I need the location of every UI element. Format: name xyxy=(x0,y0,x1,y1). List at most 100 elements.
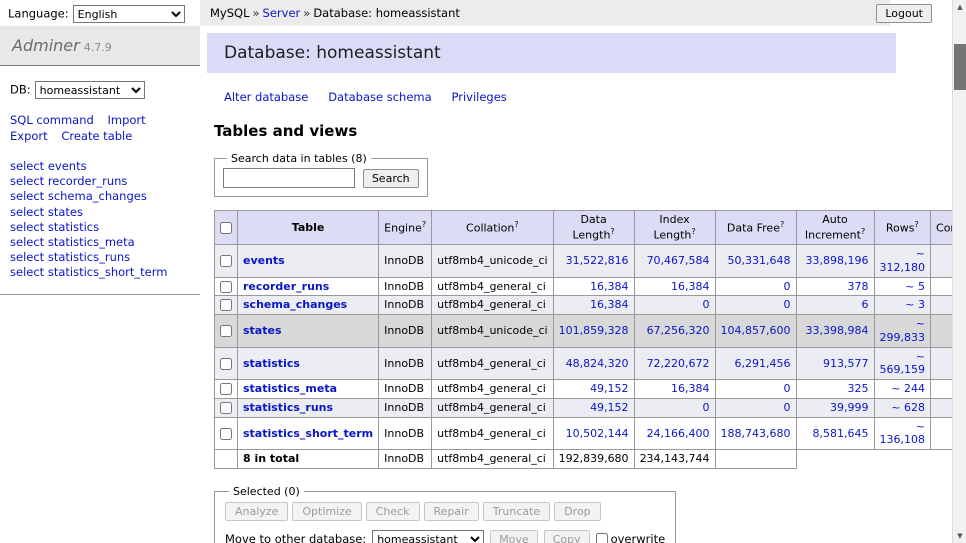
table-name-link[interactable]: states xyxy=(243,324,282,337)
check-button[interactable]: Check xyxy=(366,502,420,521)
copy-button[interactable]: Copy xyxy=(544,530,590,543)
app-name-link[interactable]: Adminer xyxy=(12,36,80,55)
row-checkbox[interactable] xyxy=(220,325,232,337)
scrollbar-down-icon[interactable]: ▼ xyxy=(953,529,966,543)
data-free-link[interactable]: 50,331,648 xyxy=(728,254,791,267)
rows-count-link[interactable]: ~ 136,108 xyxy=(880,420,926,447)
help-icon[interactable]: ? xyxy=(422,220,426,229)
truncate-button[interactable]: Truncate xyxy=(483,502,550,521)
sidebar-link-create-table[interactable]: Create table xyxy=(61,129,132,143)
rows-count-link[interactable]: ~ 244 xyxy=(891,382,925,395)
help-icon[interactable]: ? xyxy=(514,220,518,229)
auto-increment-link[interactable]: 33,398,984 xyxy=(806,324,869,337)
auto-increment-link[interactable]: 913,577 xyxy=(823,357,869,370)
auto-increment-link[interactable]: 6 xyxy=(862,298,869,311)
row-checkbox[interactable] xyxy=(220,428,232,440)
sidebar-select-statistics-short-term[interactable]: select statistics_short_term xyxy=(10,265,190,280)
sidebar-link-import[interactable]: Import xyxy=(107,113,145,127)
sidebar-select-states[interactable]: select states xyxy=(10,205,190,220)
table-name-link[interactable]: statistics_runs xyxy=(243,401,333,414)
db-select[interactable]: homeassistant xyxy=(35,81,145,99)
rows-count-link[interactable]: ~ 312,180 xyxy=(880,247,926,274)
search-input[interactable] xyxy=(223,168,355,188)
select-all-checkbox[interactable] xyxy=(220,222,232,234)
index-length-link[interactable]: 16,384 xyxy=(671,382,710,395)
data-length-link[interactable]: 16,384 xyxy=(590,298,629,311)
db-link-privileges[interactable]: Privileges xyxy=(451,90,506,104)
data-free-link[interactable]: 6,291,456 xyxy=(735,357,791,370)
row-checkbox[interactable] xyxy=(220,281,232,293)
scrollbar-up-icon[interactable]: ▲ xyxy=(953,0,966,14)
rows-count-link[interactable]: ~ 569,159 xyxy=(880,350,926,377)
row-checkbox[interactable] xyxy=(220,402,232,414)
row-checkbox[interactable] xyxy=(220,383,232,395)
index-length-link[interactable]: 16,384 xyxy=(671,280,710,293)
row-checkbox[interactable] xyxy=(220,299,232,311)
data-free-link[interactable]: 104,857,600 xyxy=(721,324,791,337)
db-link-database-schema[interactable]: Database schema xyxy=(328,90,431,104)
data-length-link[interactable]: 10,502,144 xyxy=(566,427,629,440)
help-icon[interactable]: ? xyxy=(861,227,865,236)
help-icon[interactable]: ? xyxy=(780,220,784,229)
breadcrumb-server-link[interactable]: Server xyxy=(263,6,301,20)
index-length-link[interactable]: 24,166,400 xyxy=(647,427,710,440)
data-free-link[interactable]: 0 xyxy=(784,298,791,311)
auto-increment-link[interactable]: 39,999 xyxy=(830,401,869,414)
auto-increment-link[interactable]: 325 xyxy=(848,382,869,395)
row-checkbox[interactable] xyxy=(220,358,232,370)
repair-button[interactable]: Repair xyxy=(424,502,479,521)
data-length-link[interactable]: 48,824,320 xyxy=(566,357,629,370)
sidebar-select-statistics-runs[interactable]: select statistics_runs xyxy=(10,250,190,265)
scrollbar-thumb[interactable] xyxy=(954,44,966,90)
index-length-link[interactable]: 67,256,320 xyxy=(647,324,710,337)
sidebar-link-sql-command[interactable]: SQL command xyxy=(10,113,94,127)
auto-increment-link[interactable]: 8,581,645 xyxy=(813,427,869,440)
logout-button[interactable]: Logout xyxy=(876,4,932,23)
sidebar-select-schema-changes[interactable]: select schema_changes xyxy=(10,189,190,204)
analyze-button[interactable]: Analyze xyxy=(225,502,288,521)
index-length-link[interactable]: 0 xyxy=(703,401,710,414)
table-name-link[interactable]: events xyxy=(243,254,285,267)
table-name-link[interactable]: recorder_runs xyxy=(243,280,329,293)
language-select[interactable]: English xyxy=(73,5,185,23)
sidebar-select-statistics[interactable]: select statistics xyxy=(10,220,190,235)
data-free-link[interactable]: 0 xyxy=(784,382,791,395)
auto-increment-link[interactable]: 378 xyxy=(848,280,869,293)
data-free-link[interactable]: 0 xyxy=(784,280,791,293)
help-icon[interactable]: ? xyxy=(691,227,695,236)
rows-count-link[interactable]: ~ 628 xyxy=(891,401,925,414)
data-length-link[interactable]: 49,152 xyxy=(590,401,629,414)
sidebar-select-events[interactable]: select events xyxy=(10,159,190,174)
table-name-link[interactable]: schema_changes xyxy=(243,298,347,311)
move-button[interactable]: Move xyxy=(490,530,538,543)
row-checkbox[interactable] xyxy=(220,255,232,267)
data-length-link[interactable]: 16,384 xyxy=(590,280,629,293)
drop-button[interactable]: Drop xyxy=(554,502,600,521)
sidebar-select-statistics-meta[interactable]: select statistics_meta xyxy=(10,235,190,250)
move-db-select[interactable]: homeassistant xyxy=(372,530,484,543)
index-length-link[interactable]: 72,220,672 xyxy=(647,357,710,370)
help-icon[interactable]: ? xyxy=(610,227,614,236)
rows-count-link[interactable]: ~ 5 xyxy=(905,280,925,293)
table-name-link[interactable]: statistics xyxy=(243,357,300,370)
sidebar-select-recorder-runs[interactable]: select recorder_runs xyxy=(10,174,190,189)
vertical-scrollbar[interactable]: ▲ ▼ xyxy=(952,0,966,543)
data-free-link[interactable]: 188,743,680 xyxy=(721,427,791,440)
overwrite-checkbox[interactable] xyxy=(596,533,608,543)
rows-count-link[interactable]: ~ 299,833 xyxy=(880,317,926,344)
db-link-alter-database[interactable]: Alter database xyxy=(224,90,308,104)
table-name-link[interactable]: statistics_short_term xyxy=(243,427,373,440)
optimize-button[interactable]: Optimize xyxy=(292,502,361,521)
auto-increment-link[interactable]: 33,898,196 xyxy=(806,254,869,267)
data-free-link[interactable]: 0 xyxy=(784,401,791,414)
data-length-link[interactable]: 49,152 xyxy=(590,382,629,395)
table-name-link[interactable]: statistics_meta xyxy=(243,382,337,395)
data-length-link[interactable]: 31,522,816 xyxy=(566,254,629,267)
rows-count-link[interactable]: ~ 3 xyxy=(905,298,925,311)
search-button[interactable]: Search xyxy=(363,169,419,188)
data-length-link[interactable]: 101,859,328 xyxy=(559,324,629,337)
index-length-link[interactable]: 0 xyxy=(703,298,710,311)
index-length-link[interactable]: 70,467,584 xyxy=(647,254,710,267)
help-icon[interactable]: ? xyxy=(914,220,918,229)
sidebar-link-export[interactable]: Export xyxy=(10,129,48,143)
